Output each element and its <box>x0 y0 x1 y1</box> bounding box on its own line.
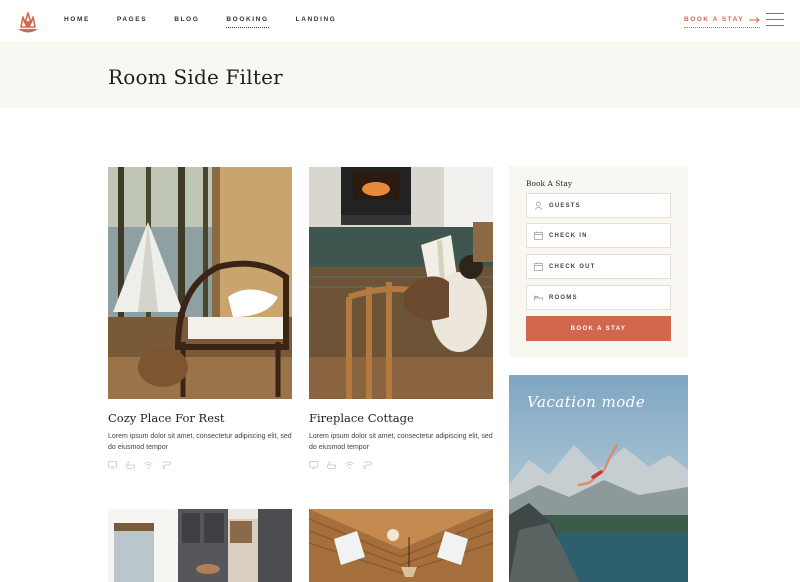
room-title[interactable]: Fireplace Cottage <box>309 411 493 425</box>
rooms-label: ROOMS <box>549 294 578 301</box>
hairdryer-icon <box>363 461 372 469</box>
logo-icon[interactable] <box>16 9 40 33</box>
room-image[interactable] <box>309 509 493 582</box>
calendar-icon <box>534 231 543 240</box>
calendar-icon <box>534 262 543 271</box>
bath-icon <box>126 461 135 469</box>
room-description: Lorem ipsum dolor sit amet, consectetur … <box>309 433 493 451</box>
check-out-field[interactable]: CHECK OUT <box>526 254 671 279</box>
bath-icon <box>327 461 336 469</box>
booking-widget: Book A Stay GUESTS CHECK IN CHECK OUT RO… <box>509 166 688 357</box>
guests-field[interactable]: GUESTS <box>526 193 671 218</box>
nav-item-blog[interactable]: BLOG <box>174 16 199 28</box>
room-card: Cozy Place For Rest Lorem ipsum dolor si… <box>108 167 292 469</box>
tv-icon <box>309 461 318 469</box>
main-nav: HOME PAGES BLOG BOOKING LANDING <box>64 16 363 28</box>
hamburger-menu-icon[interactable] <box>766 13 784 27</box>
hairdryer-icon <box>162 461 171 469</box>
rooms-field[interactable]: ROOMS <box>526 285 671 310</box>
nav-item-booking[interactable]: BOOKING <box>226 16 269 28</box>
guests-label: GUESTS <box>549 202 581 209</box>
arrow-right-icon <box>749 16 760 23</box>
page-title: Room Side Filter <box>108 65 283 89</box>
tv-icon <box>108 461 117 469</box>
nav-item-landing[interactable]: LANDING <box>296 16 337 28</box>
room-card: Fireplace Cottage Lorem ipsum dolor sit … <box>309 167 493 469</box>
room-image[interactable] <box>108 509 292 582</box>
amenities-row <box>108 461 292 469</box>
nav-item-pages[interactable]: PAGES <box>117 16 147 28</box>
room-description: Lorem ipsum dolor sit amet, consectetur … <box>108 433 292 451</box>
room-title[interactable]: Cozy Place For Rest <box>108 411 292 425</box>
check-in-label: CHECK IN <box>549 232 588 239</box>
banner-text: Vacation mode <box>527 393 646 411</box>
page-title-band: Room Side Filter <box>0 41 800 108</box>
vacation-banner[interactable]: Vacation mode <box>509 375 688 582</box>
nav-item-home[interactable]: HOME <box>64 16 90 28</box>
room-card <box>108 509 292 582</box>
wifi-icon <box>345 461 354 469</box>
book-a-stay-link-label: BOOK A STAY <box>684 16 745 23</box>
site-header: HOME PAGES BLOG BOOKING LANDING BOOK A S… <box>0 0 800 41</box>
bed-icon <box>534 295 543 301</box>
room-image[interactable] <box>309 167 493 399</box>
check-in-field[interactable]: CHECK IN <box>526 223 671 248</box>
book-a-stay-button[interactable]: BOOK A STAY <box>526 316 671 341</box>
wifi-icon <box>144 461 153 469</box>
check-out-label: CHECK OUT <box>549 263 596 270</box>
book-a-stay-link[interactable]: BOOK A STAY <box>684 16 761 28</box>
widget-title: Book A Stay <box>526 179 573 188</box>
user-icon <box>534 201 543 210</box>
room-image[interactable] <box>108 167 292 399</box>
room-card <box>309 509 493 582</box>
amenities-row <box>309 461 493 469</box>
